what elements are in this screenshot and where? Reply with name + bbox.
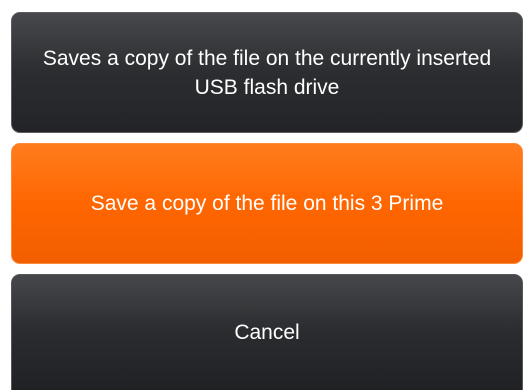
cancel-label: Cancel	[234, 321, 300, 344]
save-to-usb-button[interactable]: Saves a copy of the file on the currentl…	[11, 12, 523, 133]
save-to-usb-label: Saves a copy of the file on the currentl…	[42, 46, 492, 99]
save-to-device-button[interactable]: Save a copy of the file on this 3 Prime	[11, 143, 523, 264]
save-to-device-label: Save a copy of the file on this 3 Prime	[90, 192, 444, 215]
cancel-button[interactable]: Cancel	[11, 274, 523, 390]
save-copy-menu: Saves a copy of the file on the currentl…	[0, 0, 523, 390]
